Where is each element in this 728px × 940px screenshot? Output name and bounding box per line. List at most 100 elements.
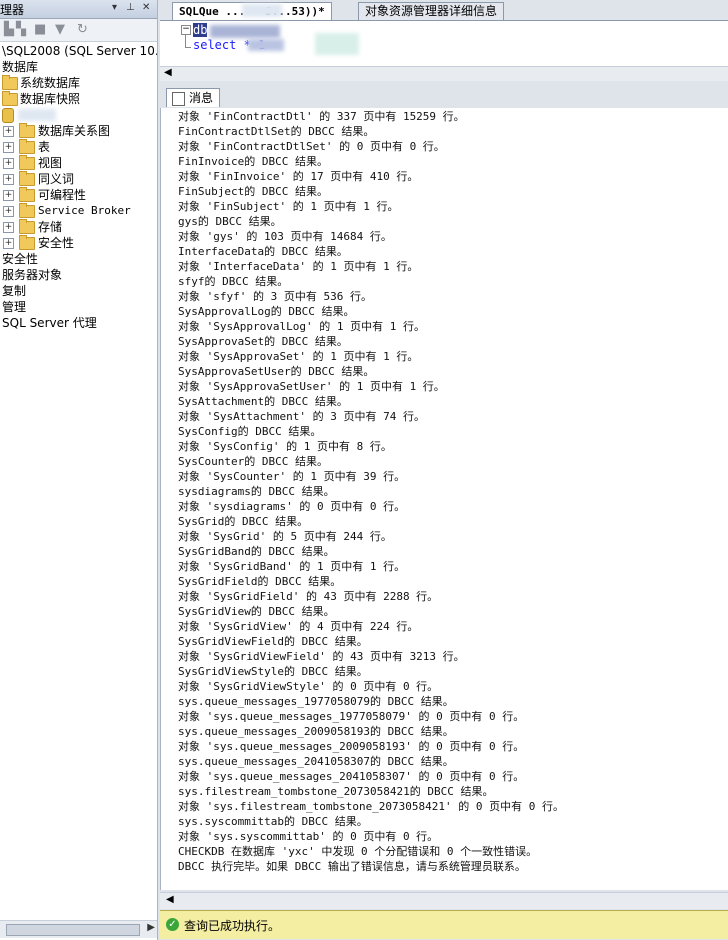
message-line: 对象 'SysApprovaSet' 的 1 页中有 1 行。 <box>178 350 419 363</box>
folder-icon <box>2 91 18 106</box>
object-explorer-titlebar: 理器 ▾ ⊥ ✕ <box>0 0 157 19</box>
expand-icon[interactable]: + <box>3 126 14 137</box>
object-explorer-title: 理器 <box>0 3 25 17</box>
redacted-code-1 <box>210 25 280 38</box>
tree-item-label: 数据库 <box>2 60 39 74</box>
redacted-database-name <box>18 109 56 121</box>
refresh-icon[interactable]: ↻ <box>77 22 88 37</box>
message-line: 对象 'SysGridField' 的 43 页中有 2288 行。 <box>178 590 439 603</box>
message-line: 对象 'FinContractDtlSet' 的 0 页中有 0 行。 <box>178 140 445 153</box>
folder-icon <box>19 139 35 154</box>
folder-icon <box>19 219 35 234</box>
message-line: sfyf的 DBCC 结果。 <box>178 275 289 288</box>
dropdown-icon[interactable]: ▾ <box>112 2 117 13</box>
messages-list: 对象 'FinContractDtl' 的 337 页中有 15259 行。 Fi… <box>178 109 564 874</box>
tree-item-label: 同义词 <box>38 172 75 186</box>
database-icon <box>2 108 14 123</box>
message-line: 对象 'SysGridBand' 的 1 页中有 1 行。 <box>178 560 406 573</box>
message-line: SysApprovaSetUser的 DBCC 结果。 <box>178 365 375 378</box>
tree-item-label: 数据库关系图 <box>38 124 111 138</box>
message-line: 对象 'gys' 的 103 页中有 14684 行。 <box>178 230 392 243</box>
message-line: sys.filestream_tombstone_2073058421的 DBC… <box>178 785 494 798</box>
tree-item-label: 安全性 <box>38 236 75 250</box>
message-line: FinInvoice的 DBCC 结果。 <box>178 155 328 168</box>
message-line: SysApprovalLog的 DBCC 结果。 <box>178 305 355 318</box>
tree-item-label: 管理 <box>2 300 27 314</box>
tree-item-label: 可编程性 <box>38 188 87 202</box>
message-line: SysGridViewStyle的 DBCC 结果。 <box>178 665 368 678</box>
status-text: 查询已成功执行。 <box>184 919 281 933</box>
document-tabs: SQLQue ... - J...53))* 对象资源管理器详细信息 <box>160 0 728 21</box>
tab-messages[interactable]: 消息 <box>166 88 221 107</box>
filter-icon[interactable]: ▼ <box>55 22 65 37</box>
object-explorer-toolbar: ▙ ▚ ■ ▼ ↻ <box>0 19 157 42</box>
messages-pane[interactable]: 对象 'FinContractDtl' 的 337 页中有 15259 行。 Fi… <box>160 108 728 890</box>
message-line: gys的 DBCC 结果。 <box>178 215 282 228</box>
message-line: sys.queue_messages_1977058079的 DBCC 结果。 <box>178 695 454 708</box>
folder-icon <box>19 155 35 170</box>
expand-icon[interactable]: + <box>3 142 14 153</box>
folder-icon <box>19 203 35 218</box>
messages-scrollbar[interactable]: ◀ <box>160 892 728 909</box>
message-line: FinContractDtlSet的 DBCC 结果。 <box>178 125 375 138</box>
scrollbar-thumb[interactable] <box>6 924 140 936</box>
message-line: 对象 'sys.queue_messages_1977058079' 的 0 页… <box>178 710 525 723</box>
message-line: 对象 'FinContractDtl' 的 337 页中有 15259 行。 <box>178 110 465 123</box>
message-line: SysCounter的 DBCC 结果。 <box>178 455 328 468</box>
expand-icon[interactable]: + <box>3 174 14 185</box>
message-line: SysGrid的 DBCC 结果。 <box>178 515 309 528</box>
expand-icon[interactable]: + <box>3 238 14 249</box>
folder-icon <box>2 75 18 90</box>
expand-icon[interactable]: + <box>3 206 14 217</box>
code-line-1: db <box>193 23 208 37</box>
tree-item-label: 服务器对象 <box>2 268 63 282</box>
redacted-code-2 <box>248 39 284 51</box>
disconnect-icon[interactable]: ▚ <box>16 22 26 37</box>
message-line: 对象 'InterfaceData' 的 1 页中有 1 行。 <box>178 260 419 273</box>
scroll-left-icon[interactable]: ◀ <box>166 894 174 905</box>
editor-scrollbar[interactable]: ◀ <box>160 66 728 81</box>
expand-icon[interactable]: + <box>3 190 14 201</box>
folder-icon <box>19 171 35 186</box>
message-line: FinSubject的 DBCC 结果。 <box>178 185 328 198</box>
tree-item-label: 复制 <box>2 284 27 298</box>
scroll-left-icon[interactable]: ◀ <box>164 67 172 78</box>
message-line: SysApprovaSet的 DBCC 结果。 <box>178 335 348 348</box>
collapse-icon[interactable]: − <box>181 25 191 35</box>
query-editor[interactable]: − db select * 1 <box>160 21 728 71</box>
scroll-right-icon[interactable]: ▶ <box>147 922 155 933</box>
message-line: CHECKDB 在数据库 'yxc' 中发现 0 个分配错误和 0 个一致性错误… <box>178 845 538 858</box>
message-line: 对象 'SysApprovaSetUser' 的 1 页中有 1 行。 <box>178 380 445 393</box>
object-explorer-panel: 理器 ▾ ⊥ ✕ ▙ ▚ ■ ▼ ↻ \SQL2008 (SQL Server … <box>0 0 158 940</box>
tree-item-label: 表 <box>38 140 51 154</box>
folder-icon <box>19 235 35 250</box>
message-line: 对象 'FinInvoice' 的 17 页中有 410 行。 <box>178 170 419 183</box>
tab-messages-label: 消息 <box>189 91 214 105</box>
expand-icon[interactable]: + <box>3 222 14 233</box>
message-line: SysConfig的 DBCC 结果。 <box>178 425 322 438</box>
message-line: 对象 'sys.queue_messages_2041058307' 的 0 页… <box>178 770 525 783</box>
message-line: 对象 'SysGridViewField' 的 43 页中有 3213 行。 <box>178 650 465 663</box>
selected-text: db <box>193 23 208 37</box>
message-line: SysGridBand的 DBCC 结果。 <box>178 545 335 558</box>
stop-icon[interactable]: ■ <box>34 22 46 37</box>
message-line: 对象 'SysGridViewStyle' 的 0 页中有 0 行。 <box>178 680 439 693</box>
connect-icon[interactable]: ▙ <box>4 22 14 37</box>
folder-icon <box>19 123 35 138</box>
message-line: 对象 'SysConfig' 的 1 页中有 8 行。 <box>178 440 392 453</box>
tree-item-label: 安全性 <box>2 252 39 266</box>
redacted-tab-text <box>242 4 282 17</box>
message-line: sysdiagrams的 DBCC 结果。 <box>178 485 335 498</box>
message-line: 对象 'SysAttachment' 的 3 页中有 74 行。 <box>178 410 425 423</box>
message-line: 对象 'FinSubject' 的 1 页中有 1 行。 <box>178 200 399 213</box>
tree-item-label: Service Broker <box>38 204 131 217</box>
tab-object-explorer-details[interactable]: 对象资源管理器详细信息 <box>358 2 505 20</box>
expand-icon[interactable]: + <box>3 158 14 169</box>
tree-item-label: 数据库快照 <box>20 92 81 106</box>
object-explorer-scrollbar[interactable]: ▶ <box>0 920 157 938</box>
close-icon[interactable]: ✕ <box>142 2 150 13</box>
tree-item-label: 存储 <box>38 220 63 234</box>
pin-icon[interactable]: ⊥ <box>126 2 135 13</box>
message-line: SysGridViewField的 DBCC 结果。 <box>178 635 368 648</box>
message-line: sys.queue_messages_2009058193的 DBCC 结果。 <box>178 725 454 738</box>
